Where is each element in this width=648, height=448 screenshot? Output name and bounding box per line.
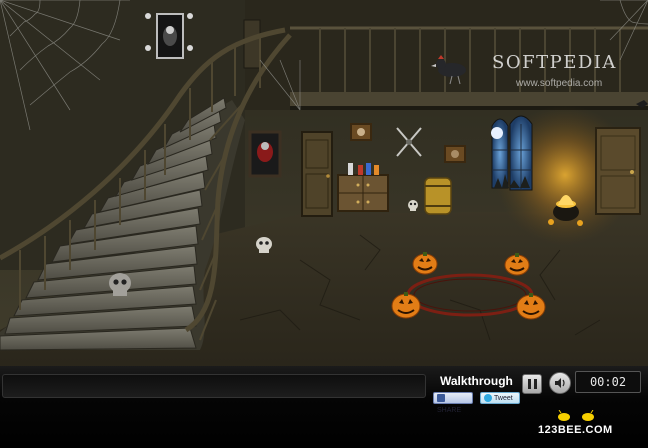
game-stage: SOFTPEDIA www.softpedia.com Walkthrough … (0, 0, 648, 448)
brand-logo[interactable]: 123BEE.COM (538, 424, 613, 436)
sound-button[interactable] (549, 372, 571, 394)
barrel[interactable] (424, 177, 452, 215)
tweet-label: Tweet (494, 395, 513, 402)
pause-icon (527, 379, 531, 389)
twitter-icon (484, 394, 492, 403)
speaker-icon (555, 378, 565, 388)
left-door[interactable] (301, 131, 333, 217)
pause-button[interactable] (522, 374, 542, 394)
hud-bar: Walkthrough 00:02 SHARE Tweet 123BEE.COM (0, 366, 648, 448)
tweet-button[interactable]: Tweet (480, 392, 520, 404)
facebook-icon (437, 394, 445, 403)
upper-door[interactable] (243, 19, 261, 69)
walkthrough-link[interactable]: Walkthrough (440, 374, 513, 388)
gothic-window[interactable] (491, 115, 533, 191)
cabinet[interactable] (337, 174, 389, 212)
facebook-share-button[interactable]: SHARE (433, 392, 473, 414)
portrait-top[interactable] (156, 13, 184, 59)
bee-icon (558, 410, 594, 421)
right-door[interactable] (595, 127, 641, 215)
ghost-portrait[interactable] (248, 130, 282, 178)
inventory-bar[interactable] (2, 374, 426, 398)
game-timer: 00:02 (575, 371, 641, 393)
share-label: SHARE (437, 407, 462, 414)
watermark-url: www.softpedia.com (516, 78, 603, 89)
watermark-name: SOFTPEDIA (492, 52, 617, 73)
